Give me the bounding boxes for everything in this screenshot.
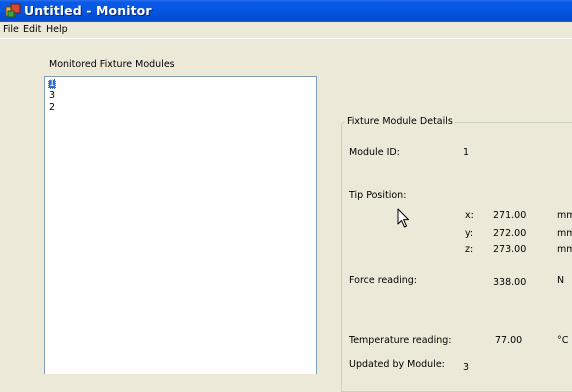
module-details-group	[341, 122, 572, 392]
list-item[interactable]: 1	[48, 79, 57, 89]
module-details-title: Fixture Module Details	[345, 116, 455, 127]
force-label: Force reading:	[349, 275, 418, 286]
y-unit: mm	[557, 228, 572, 239]
tip-position-label: Tip Position:	[349, 190, 407, 201]
modules-listbox[interactable]: 1 3 2	[44, 76, 317, 374]
updated-by-value: 3	[463, 362, 470, 373]
menu-bar: File Edit Help	[0, 22, 572, 39]
menu-file[interactable]: File	[3, 24, 19, 35]
z-value: 273.00	[493, 244, 527, 255]
modules-list-label: Monitored Fixture Modules	[49, 59, 175, 70]
z-unit: mm	[557, 244, 572, 255]
mouse-pointer-icon	[397, 208, 409, 228]
temperature-label: Temperature reading:	[349, 335, 452, 346]
y-label: y:	[465, 228, 474, 239]
updated-by-label: Updated by Module:	[349, 359, 445, 370]
force-value: 338.00	[493, 277, 527, 288]
title-bar[interactable]: Untitled - Monitor	[0, 0, 572, 22]
x-label: x:	[465, 210, 474, 221]
force-unit: N	[557, 275, 565, 286]
menu-help[interactable]: Help	[46, 24, 68, 35]
temperature-unit: °C	[557, 335, 569, 346]
z-label: z:	[465, 244, 474, 255]
y-value: 272.00	[493, 228, 527, 239]
x-value: 271.00	[493, 210, 527, 221]
temperature-value: 77.00	[495, 335, 523, 346]
list-item[interactable]: 3	[48, 91, 56, 101]
list-item[interactable]: 2	[48, 103, 56, 113]
module-id-label: Module ID:	[349, 147, 400, 158]
window-title: Untitled - Monitor	[24, 3, 152, 18]
module-id-value: 1	[463, 147, 470, 158]
menu-edit[interactable]: Edit	[23, 24, 41, 35]
app-icon[interactable]	[5, 3, 21, 19]
x-unit: mm	[557, 210, 572, 221]
